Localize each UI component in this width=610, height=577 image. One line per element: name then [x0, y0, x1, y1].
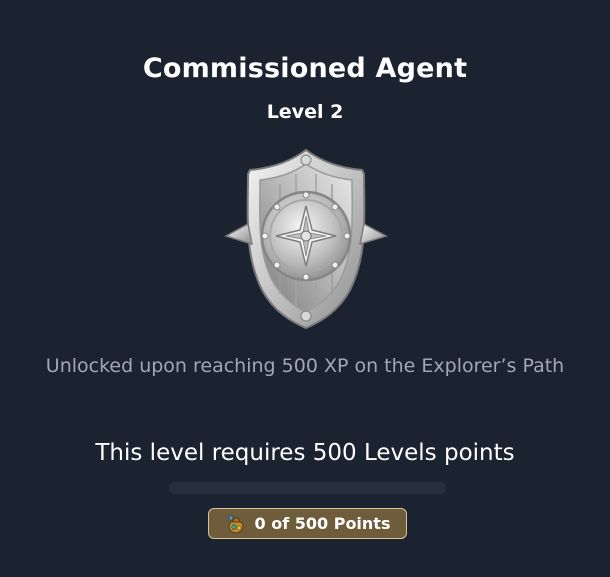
treasure-pouch-icon [228, 515, 243, 534]
achievement-description: Unlocked upon reaching 500 XP on the Exp… [45, 355, 565, 377]
points-progress-text: 0 of 500 Points [254, 514, 391, 533]
achievement-title: Commissioned Agent [142, 53, 468, 84]
silver-shield-badge-icon [224, 148, 388, 330]
level-label: Level 2 [266, 101, 344, 123]
points-badge: 0 of 500 Points [208, 508, 407, 539]
level-requirement-text: This level requires 500 Levels points [95, 440, 515, 466]
points-progress-bar [169, 482, 446, 494]
achievement-level-card: Commissioned Agent Level 2 Unlocked upon… [0, 0, 610, 577]
